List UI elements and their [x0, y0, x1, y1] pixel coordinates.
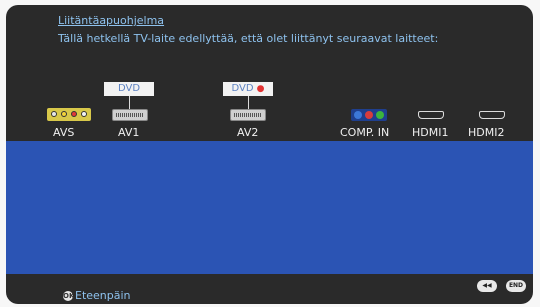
port-label-avs: AVS: [53, 126, 75, 139]
av1-device-text: DVD: [117, 83, 141, 94]
next-button-label[interactable]: Eteenpäin: [75, 289, 131, 302]
port-label-av2: AV2: [237, 126, 259, 139]
ok-button-icon[interactable]: OK: [63, 291, 74, 301]
port-label-comp-in: COMP. IN: [340, 126, 390, 139]
page-subtitle: Tällä hetkellä TV-laite edellyttää, että…: [58, 32, 439, 45]
av1-scart-icon: [112, 109, 148, 121]
av2-connector-line: [248, 96, 249, 109]
av2-warning-dot: ●: [256, 84, 265, 94]
av2-device-text: DVD: [231, 83, 254, 94]
port-label-hdmi2: HDMI2: [468, 126, 505, 139]
back-key-icon[interactable]: ◀◀: [477, 280, 497, 292]
content-panel: [6, 141, 533, 274]
av1-connector-line: [129, 96, 130, 109]
av2-device-label: DVD ●: [223, 82, 273, 96]
avs-connector-icon: [47, 108, 91, 121]
hdmi1-connector-icon: [418, 109, 444, 121]
page-title: Liitäntäapuohjelma: [58, 14, 165, 27]
av1-device-label: DVD: [104, 82, 154, 96]
tv-screen: Liitäntäapuohjelma Tällä hetkellä TV-lai…: [6, 5, 533, 304]
port-label-hdmi1: HDMI1: [412, 126, 449, 139]
end-key-icon[interactable]: END: [506, 280, 526, 292]
hdmi2-connector-icon: [479, 109, 505, 121]
component-connector-icon: [351, 109, 387, 121]
av2-scart-icon: [230, 109, 266, 121]
port-label-av1: AV1: [118, 126, 140, 139]
